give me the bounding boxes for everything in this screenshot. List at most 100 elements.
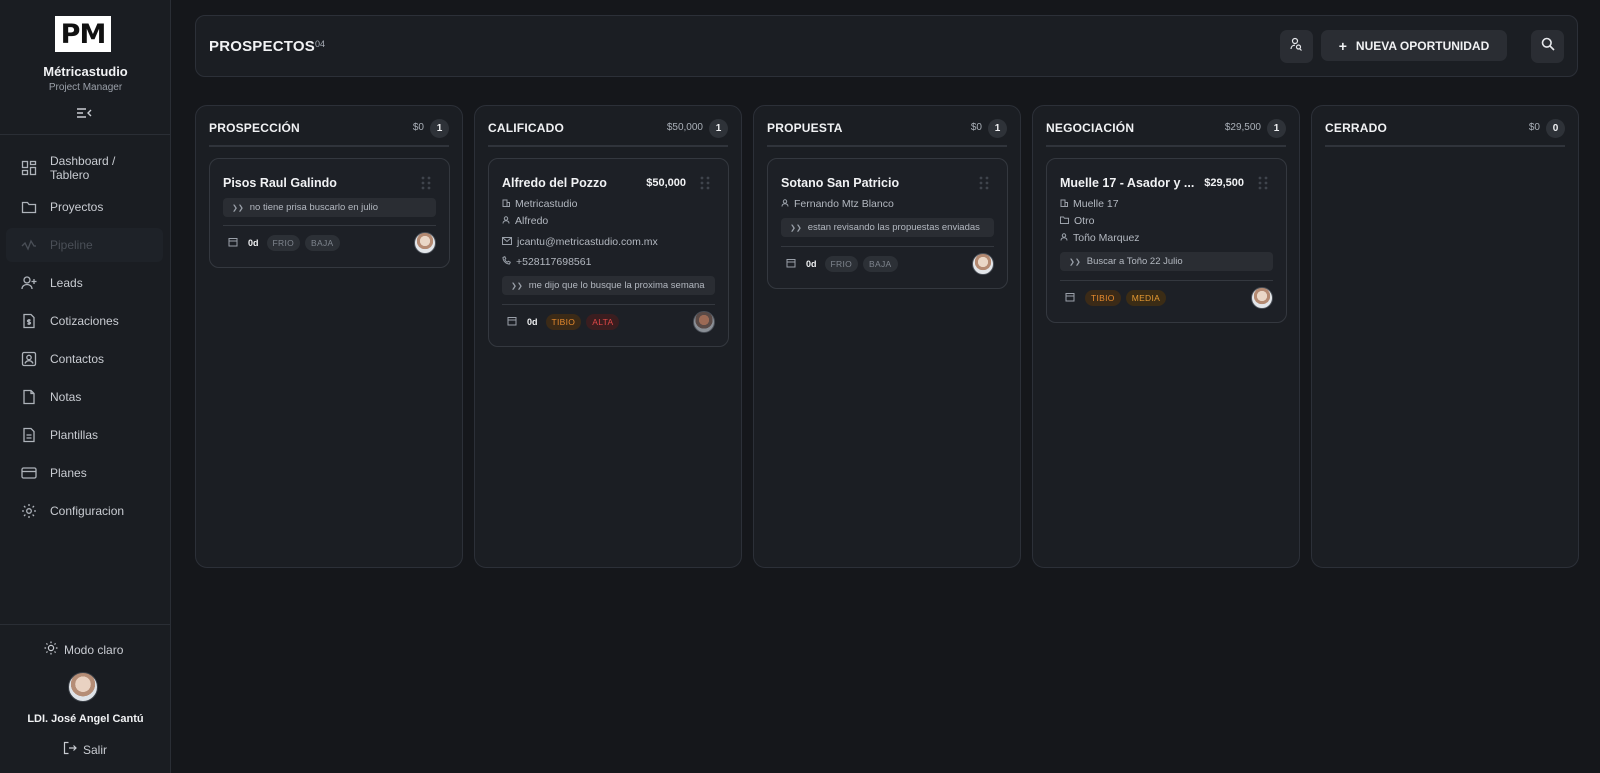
user-plus-icon — [21, 275, 37, 291]
owner-avatar[interactable] — [414, 232, 436, 254]
phone-icon — [502, 256, 516, 268]
sidebar-item-cotizaciones[interactable]: Cotizaciones — [6, 304, 163, 338]
quote-icon: ❯❯ — [232, 204, 244, 212]
sidebar-item-contactos[interactable]: Contactos — [6, 342, 163, 376]
sidebar-item-dashboard[interactable]: Dashboard / Tablero — [6, 148, 163, 188]
card-title: Alfredo del Pozzo — [502, 176, 607, 190]
opportunity-card[interactable]: Muelle 17 - Asador y ... $29,500 Muelle … — [1046, 158, 1287, 323]
card-company: Metricastudio — [502, 198, 577, 210]
sidebar-item-pipeline[interactable]: Pipeline — [6, 228, 163, 262]
card-contact: Toño Marquez — [1060, 232, 1140, 244]
building-icon — [502, 198, 515, 210]
column-count: 1 — [709, 119, 728, 138]
card-note-text: me dijo que lo busque la proxima semana — [528, 280, 705, 291]
opportunity-card[interactable]: Sotano San Patricio Fernando Mtz Blanco … — [767, 158, 1008, 289]
card-note-text: no tiene prisa buscarlo en julio — [249, 202, 379, 213]
opportunity-card[interactable]: Alfredo del Pozzo $50,000 Metricastudio … — [488, 158, 729, 347]
column-divider — [767, 145, 1007, 147]
app-logo[interactable]: PM — [55, 16, 111, 52]
opportunity-card[interactable]: Pisos Raul Galindo ❯❯ no tiene prisa bus… — [209, 158, 450, 268]
priority-badge: ALTA — [586, 314, 620, 330]
drag-handle-icon[interactable] — [1258, 176, 1268, 190]
calendar-icon — [507, 313, 517, 331]
card-days: 0d — [248, 238, 259, 248]
drag-handle-icon[interactable] — [979, 176, 989, 190]
calendar-icon — [786, 255, 796, 273]
card-amount: $29,500 — [1204, 177, 1244, 189]
card-amount: $50,000 — [646, 177, 686, 189]
file-text-icon — [21, 427, 37, 443]
building-icon — [1060, 198, 1073, 210]
user-search-icon — [1289, 37, 1304, 56]
user-avatar[interactable] — [68, 672, 98, 702]
sidebar-item-label: Contactos — [50, 352, 105, 366]
sidebar-item-proyectos[interactable]: Proyectos — [6, 190, 163, 224]
sidebar: PM Métricastudio Project Manager Dashboa… — [0, 0, 171, 773]
column-count: 1 — [1267, 119, 1286, 138]
column-count: 1 — [430, 119, 449, 138]
calendar-icon — [228, 234, 238, 252]
page-count: 04 — [315, 39, 326, 49]
owner-avatar[interactable] — [1251, 287, 1273, 309]
column-amount: $50,000 — [666, 122, 703, 133]
card-title: Muelle 17 - Asador y ... — [1060, 176, 1195, 190]
app-name: Métricastudio — [43, 64, 128, 79]
dashboard-icon — [21, 160, 37, 176]
folder-icon — [21, 199, 37, 215]
owner-avatar[interactable] — [972, 253, 994, 275]
column-divider — [1325, 145, 1565, 147]
pipeline-icon — [21, 237, 37, 253]
pipeline-column-calificado: CALIFICADO $50,000 1 Alfredo del Pozzo $… — [474, 105, 742, 568]
card-title: Sotano San Patricio — [781, 176, 900, 190]
user-search-button[interactable] — [1280, 30, 1313, 63]
pipeline-column-propuesta: PROPUESTA $0 1 Sotano San Patricio Ferna… — [753, 105, 1021, 568]
credit-card-icon — [21, 465, 37, 481]
drag-handle-icon[interactable] — [700, 176, 710, 190]
collapse-sidebar-icon[interactable] — [76, 106, 92, 120]
column-count: 0 — [1546, 119, 1565, 138]
sidebar-footer: Modo claro LDI. José Angel Cantú Salir — [0, 624, 171, 773]
sidebar-item-planes[interactable]: Planes — [6, 456, 163, 490]
sidebar-item-plantillas[interactable]: Plantillas — [6, 418, 163, 452]
owner-avatar[interactable] — [693, 311, 715, 333]
quote-icon: ❯❯ — [790, 224, 802, 232]
card-company: Muelle 17 — [1060, 198, 1119, 210]
column-divider — [1046, 145, 1286, 147]
brand-area: PM Métricastudio Project Manager — [0, 0, 171, 135]
card-note: ❯❯ me dijo que lo busque la proxima sema… — [502, 276, 715, 295]
search-button[interactable] — [1531, 30, 1564, 63]
priority-badge: BAJA — [863, 256, 898, 272]
plus-icon: + — [1338, 37, 1347, 54]
card-note-text: Buscar a Toño 22 Julio — [1086, 256, 1183, 267]
card-email-text: jcantu@metricastudio.com.mx — [517, 236, 658, 248]
column-divider — [488, 145, 728, 147]
sidebar-item-notas[interactable]: Notas — [6, 380, 163, 414]
card-note: ❯❯ no tiene prisa buscarlo en julio — [223, 198, 436, 217]
card-email[interactable]: jcantu@metricastudio.com.mx — [502, 236, 658, 248]
card-phone-text: +528117698561 — [516, 256, 592, 268]
card-contact: Fernando Mtz Blanco — [781, 198, 894, 210]
column-title: NEGOCIACIÓN — [1046, 121, 1135, 135]
sidebar-item-leads[interactable]: Leads — [6, 266, 163, 300]
sidebar-item-label: Configuracion — [50, 504, 125, 518]
card-phone[interactable]: +528117698561 — [502, 256, 591, 268]
light-mode-toggle[interactable]: Modo claro — [44, 641, 123, 658]
logout-icon — [63, 741, 83, 758]
card-divider — [223, 225, 436, 226]
sidebar-item-configuracion[interactable]: Configuracion — [6, 494, 163, 528]
temperature-badge: FRIO — [824, 256, 859, 272]
column-title: PROSPECCIÓN — [209, 121, 300, 135]
sun-icon — [44, 641, 64, 658]
logout-button[interactable]: Salir — [63, 741, 107, 758]
new-opportunity-button[interactable]: + NUEVA OPORTUNIDAD — [1321, 30, 1507, 61]
pipeline-column-negociacion: NEGOCIACIÓN $29,500 1 Muelle 17 - Asador… — [1032, 105, 1300, 568]
priority-badge: MEDIA — [1125, 290, 1167, 306]
card-footer: 0d FRIO BAJA — [223, 232, 436, 254]
quote-icon: ❯❯ — [1069, 258, 1081, 266]
drag-handle-icon[interactable] — [421, 176, 431, 190]
column-count: 1 — [988, 119, 1007, 138]
column-title: PROPUESTA — [767, 121, 843, 135]
column-amount: $0 — [412, 122, 424, 133]
user-name: LDI. José Angel Cantú — [27, 713, 144, 725]
sidebar-item-label: Leads — [50, 276, 83, 290]
